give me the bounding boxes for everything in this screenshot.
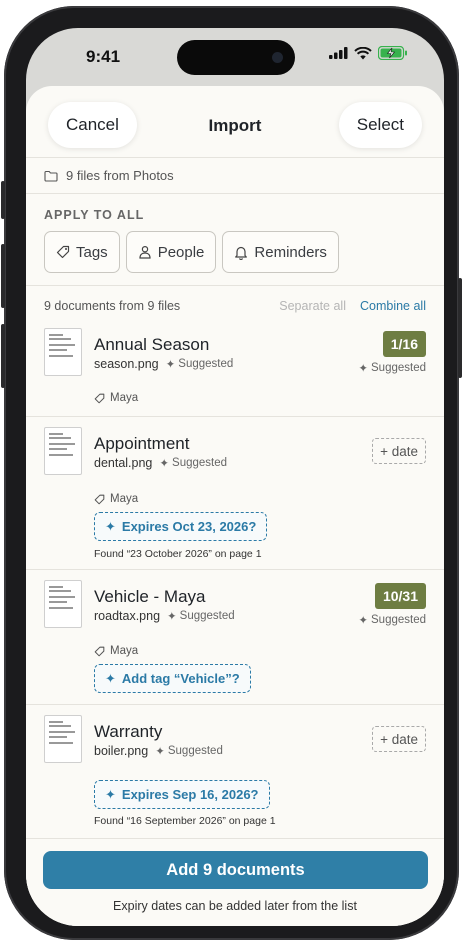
nav-bar: Cancel Import Select <box>26 86 444 158</box>
list-item[interactable]: Warranty boiler.png ✦ Suggested + date ✦ … <box>26 705 444 845</box>
tag-line[interactable]: Maya <box>94 493 138 505</box>
expiry-suggestion-button[interactable]: ✦ Expires Sep 16, 2026? <box>94 780 270 809</box>
status-time: 9:41 <box>86 47 121 66</box>
tags-chip-label: Tags <box>76 243 108 261</box>
footer-note: Expiry dates can be added later from the… <box>113 899 357 913</box>
document-thumbnail <box>44 328 82 376</box>
separate-all-button[interactable]: Separate all <box>279 299 346 313</box>
add-date-button[interactable]: + date <box>372 438 426 464</box>
sparkle-icon: ✦ <box>105 518 116 534</box>
folder-icon <box>44 170 58 182</box>
found-note: Found “23 October 2026” on page 1 <box>94 548 262 560</box>
found-note: Found “16 September 2026” on page 1 <box>94 815 276 827</box>
people-chip[interactable]: People <box>125 231 217 273</box>
volume-down-button <box>1 324 5 388</box>
add-documents-button[interactable]: Add 9 documents <box>43 851 428 889</box>
source-label: 9 files from Photos <box>66 168 174 183</box>
apply-to-all-section: APPLY TO ALL Tags People Reminders <box>26 194 444 286</box>
bell-icon <box>234 245 248 260</box>
date-badge[interactable]: 1/16 <box>382 331 426 357</box>
volume-up-button <box>1 244 5 308</box>
suggested-label: ✦ Suggested <box>159 457 228 470</box>
list-header: 9 documents from 9 files Separate all Co… <box>26 286 444 326</box>
sparkle-icon: ✦ <box>165 359 176 371</box>
date-suggested-label: ✦ Suggested <box>358 614 426 627</box>
tag-icon <box>94 393 105 404</box>
tag-suggestion-button[interactable]: ✦ Add tag “Vehicle”? <box>94 664 251 693</box>
tag-icon <box>56 245 70 259</box>
tag-label: Maya <box>110 645 139 657</box>
date-badge[interactable]: 10/31 <box>374 583 426 609</box>
wifi-icon <box>354 46 372 60</box>
file-name: boiler.png <box>94 744 149 758</box>
document-thumbnail <box>44 715 82 763</box>
document-title[interactable]: Warranty <box>94 722 162 742</box>
file-name: season.png <box>94 357 159 371</box>
document-thumbnail <box>44 427 82 475</box>
document-file-row: dental.png ✦ Suggested <box>94 456 227 470</box>
document-file-row: season.png ✦ Suggested <box>94 357 233 371</box>
list-item[interactable]: Appointment dental.png ✦ Suggested + date… <box>26 417 444 570</box>
cellular-signal-icon <box>329 47 348 59</box>
people-chip-label: People <box>157 243 205 261</box>
sparkle-icon: ✦ <box>167 611 177 623</box>
file-name: dental.png <box>94 456 153 470</box>
import-sheet: Cancel Import Select 9 files from Photos… <box>26 86 444 926</box>
apply-to-all-title: APPLY TO ALL <box>44 208 145 222</box>
battery-charging-icon <box>378 46 408 60</box>
tags-chip[interactable]: Tags <box>44 231 120 273</box>
reminders-chip[interactable]: Reminders <box>222 231 339 273</box>
document-title[interactable]: Vehicle - Maya <box>94 587 206 607</box>
document-title[interactable]: Annual Season <box>94 335 209 355</box>
status-icons <box>329 46 408 60</box>
screen: 9:41 Cancel Import Select 9 files from P… <box>26 28 444 926</box>
sparkle-icon: ✦ <box>159 458 170 470</box>
tag-label: Maya <box>110 392 139 404</box>
source-row[interactable]: 9 files from Photos <box>26 158 444 194</box>
suggested-label: ✦ Suggested <box>165 358 234 371</box>
expiry-suggestion-button[interactable]: ✦ Expires Oct 23, 2026? <box>94 512 268 541</box>
tag-label: Maya <box>110 493 139 505</box>
document-file-row: roadtax.png ✦ Suggested <box>94 609 235 623</box>
mute-switch <box>1 181 5 219</box>
bottom-bar: Add 9 documents Expiry dates can be adde… <box>26 838 444 926</box>
status-bar: 9:41 <box>26 28 444 84</box>
tag-line[interactable]: Maya <box>94 392 138 404</box>
sparkle-icon: ✦ <box>358 615 368 627</box>
dynamic-island <box>177 40 295 75</box>
select-button[interactable]: Select <box>338 102 422 148</box>
combine-all-button[interactable]: Combine all <box>360 299 426 313</box>
sparkle-icon: ✦ <box>105 670 116 686</box>
list-item[interactable]: Annual Season season.png ✦ Suggested 1/16… <box>26 326 444 417</box>
reminders-chip-label: Reminders <box>254 243 327 261</box>
document-file-row: boiler.png ✦ Suggested <box>94 744 223 758</box>
document-title[interactable]: Appointment <box>94 434 189 454</box>
list-item[interactable]: Vehicle - Maya roadtax.png ✦ Suggested 10… <box>26 570 444 705</box>
tag-line[interactable]: Maya <box>94 645 138 657</box>
person-icon <box>138 245 152 259</box>
add-date-button[interactable]: + date <box>372 726 426 752</box>
suggested-label: ✦ Suggested <box>167 610 235 623</box>
tag-icon <box>94 646 105 657</box>
documents-summary: 9 documents from 9 files <box>44 299 181 313</box>
sparkle-icon: ✦ <box>155 746 165 758</box>
phone-frame: 9:41 Cancel Import Select 9 files from P… <box>1 6 462 940</box>
document-thumbnail <box>44 580 82 628</box>
sparkle-icon: ✦ <box>105 786 116 802</box>
tag-icon <box>94 494 105 505</box>
suggested-label: ✦ Suggested <box>155 745 223 758</box>
file-name: roadtax.png <box>94 609 161 623</box>
power-button <box>458 278 462 378</box>
date-suggested-label: ✦ Suggested <box>358 362 426 375</box>
sparkle-icon: ✦ <box>358 363 368 375</box>
